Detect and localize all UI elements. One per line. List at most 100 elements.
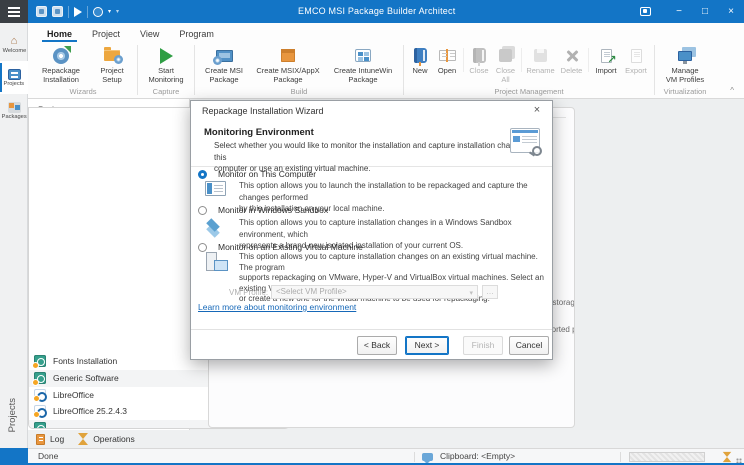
sidebar-item-packages[interactable]: Packages [0, 94, 28, 127]
hamburger-menu-icon[interactable] [0, 0, 28, 23]
back-button[interactable]: < Back [357, 336, 397, 355]
software-icon [34, 372, 46, 384]
operations-tab[interactable]: Operations [78, 433, 135, 445]
radio-monitor-this-computer[interactable] [198, 170, 207, 179]
vm-profile-browse-button: … [482, 285, 498, 299]
log-icon [36, 434, 45, 445]
divider [521, 48, 522, 72]
chat-icon[interactable] [422, 453, 433, 461]
dialog-heading: Monitoring Environment [204, 127, 314, 138]
divider [194, 45, 195, 95]
qat-project-icon[interactable] [52, 6, 63, 17]
create-msix-appx-package-button[interactable]: Create MSIX/AppX Package [250, 43, 326, 86]
quick-access-toolbar: ▾ ▾ [36, 0, 119, 23]
group-label: Build [198, 86, 400, 98]
divider [87, 6, 88, 18]
create-intunewin-package-button[interactable]: Create IntuneWin Package [326, 43, 400, 86]
group-label: Project Management [407, 86, 651, 98]
packages-icon [8, 102, 21, 113]
export-icon [624, 45, 648, 66]
start-monitoring-icon [154, 45, 178, 66]
delete-button: Delete [557, 43, 586, 86]
wizard-header-icon [510, 128, 540, 153]
tab-project[interactable]: Project [83, 27, 129, 42]
option-label[interactable]: Monitor on This Computer [218, 169, 316, 179]
option-label[interactable]: Monitor in Windows Sandbox [218, 205, 328, 215]
import-button[interactable]: Import [591, 43, 621, 86]
libreoffice-icon [34, 389, 46, 401]
window-title: EMCO MSI Package Builder Architect [298, 0, 455, 23]
chevron-down-icon: ▾ [469, 288, 473, 300]
hourglass-icon [723, 452, 732, 462]
vm-profile-label: VM Profile: [229, 288, 268, 297]
manage-vm-profiles-button[interactable]: Manage VM Profiles [658, 43, 712, 86]
bottom-dock-bar: Log Operations [28, 430, 744, 448]
manage-vm-profiles-icon [673, 45, 697, 66]
clipboard-status: Clipboard: <Empty> [440, 451, 515, 461]
start-monitoring-button[interactable]: Start Monitoring [141, 43, 191, 86]
group-label: Wizards [32, 86, 134, 98]
option-label[interactable]: Monitor on an Existing Virtual Machine [218, 242, 363, 252]
new-button[interactable]: New [407, 43, 433, 86]
divider [137, 45, 138, 95]
create-intunewin-package-icon [351, 45, 375, 66]
sidebar-item-projects[interactable]: Projects [0, 61, 28, 94]
dialog-title: Repackage Installation Wizard [202, 106, 324, 116]
tab-view[interactable]: View [131, 27, 168, 42]
repackage-installation-icon [49, 45, 73, 66]
divider [414, 452, 415, 462]
dialog-titlebar[interactable]: Repackage Installation Wizard × [191, 101, 552, 122]
close-button[interactable]: × [718, 0, 744, 23]
virtual-machine-icon [206, 252, 228, 271]
divider [403, 45, 404, 95]
maximize-button[interactable]: □ [692, 0, 718, 23]
ribbon: Home Project View Program Repackage Inst… [28, 23, 744, 99]
qat-run-icon[interactable] [74, 7, 82, 17]
project-setup-button[interactable]: Project Setup [90, 43, 134, 86]
rename-button: Rename [524, 43, 557, 86]
next-button[interactable]: Next > [405, 336, 449, 355]
group-virtualization: Manage VM Profiles Virtualization [658, 42, 712, 98]
qat-refresh-icon[interactable] [93, 7, 103, 17]
dialog-footer: < Back Next > Finish Cancel [191, 329, 552, 359]
qat-customize-icon[interactable]: ▾ [116, 9, 119, 15]
qat-repackage-icon[interactable] [36, 6, 47, 17]
divider [463, 48, 464, 72]
divider [654, 45, 655, 95]
group-build: Create MSI Package Create MSIX/AppX Pack… [198, 42, 400, 98]
qat-dropdown-icon[interactable]: ▾ [108, 9, 111, 15]
cancel-button[interactable]: Cancel [509, 336, 549, 355]
group-wizards: Repackage Installation Project Setup Wiz… [32, 42, 134, 98]
software-icon [34, 355, 46, 367]
tab-home[interactable]: Home [38, 27, 81, 42]
tab-program[interactable]: Program [170, 27, 223, 42]
group-project-management: New Open Close Close All [407, 42, 651, 98]
log-tab[interactable]: Log [36, 434, 64, 445]
radio-windows-sandbox[interactable] [198, 206, 207, 215]
repackage-installation-button[interactable]: Repackage Installation [32, 43, 90, 86]
minimize-button[interactable]: − [666, 0, 692, 23]
open-icon [435, 45, 459, 66]
libreoffice-icon [34, 405, 46, 417]
open-button[interactable]: Open [433, 43, 461, 86]
create-msi-package-button[interactable]: Create MSI Package [198, 43, 250, 86]
dialog-close-icon[interactable]: × [530, 104, 544, 116]
learn-more-link[interactable]: Learn more about monitoring environment [198, 302, 356, 312]
radio-existing-virtual-machine[interactable] [198, 243, 207, 252]
ribbon-collapse-icon[interactable]: ^ [730, 86, 734, 95]
dock-tab-projects[interactable]: Projects [7, 398, 18, 432]
close-all-icon [494, 45, 518, 66]
create-msix-appx-package-icon [276, 45, 300, 66]
finish-button: Finish [463, 336, 503, 355]
hourglass-icon [78, 433, 88, 445]
theme-icon[interactable] [640, 7, 651, 16]
divider [588, 48, 589, 72]
close-project-icon [467, 45, 491, 66]
window-controls: − □ × [640, 0, 744, 23]
divider [620, 452, 621, 462]
repackage-installation-wizard-dialog: Repackage Installation Wizard × Monitori… [190, 100, 553, 360]
sidebar-item-welcome[interactable]: ⌂ Welcome [0, 28, 28, 61]
projects-icon [8, 69, 21, 80]
vm-profile-select: <Select VM Profile> ▾ [271, 285, 478, 299]
dialog-header: Monitoring Environment Select whether yo… [191, 122, 552, 167]
